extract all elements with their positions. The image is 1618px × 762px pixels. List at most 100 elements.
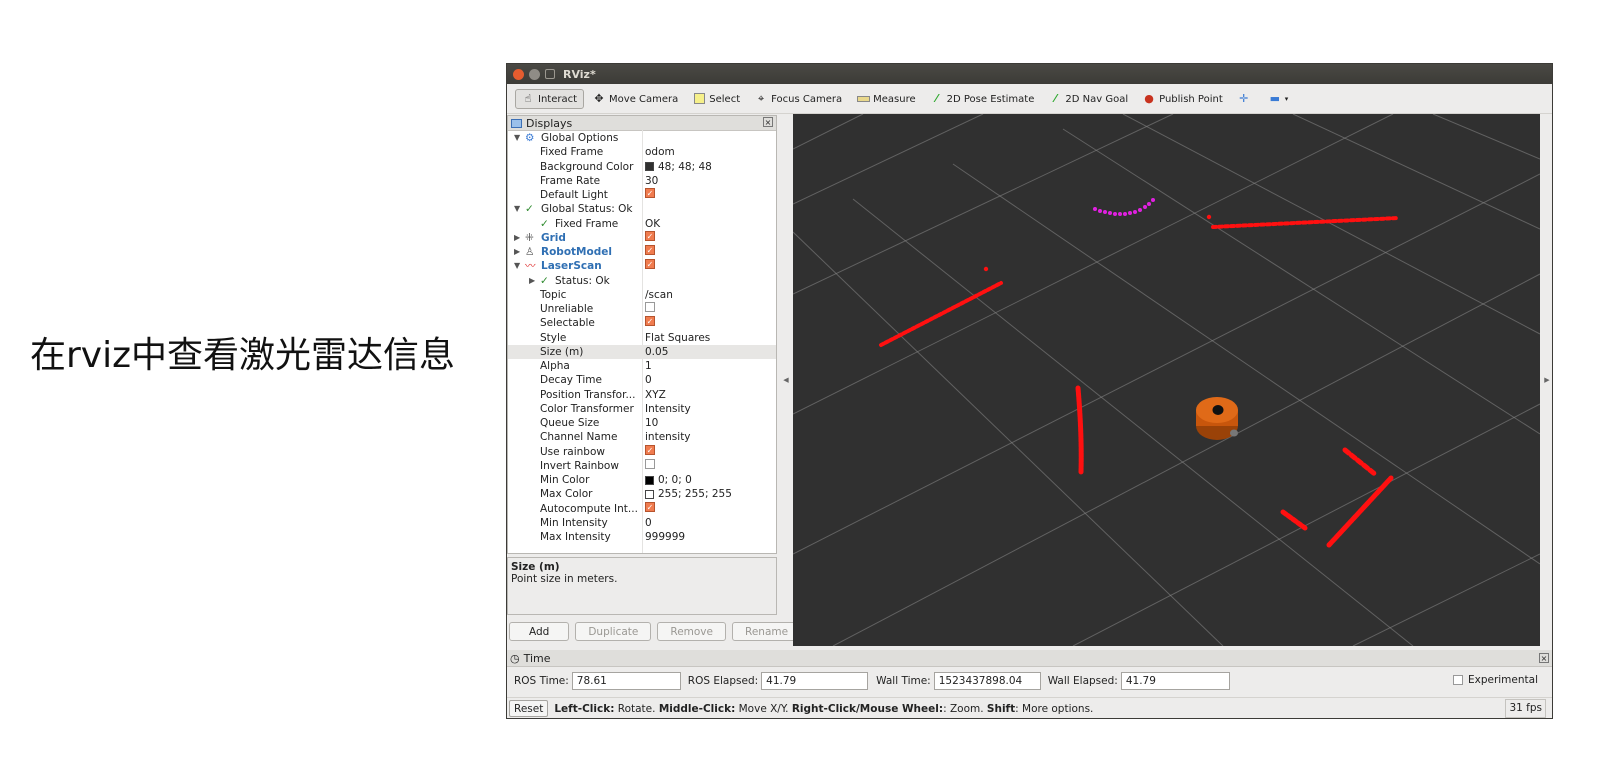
collapse-right-icon[interactable]: ▶ xyxy=(1542,114,1552,646)
checkbox-checked[interactable]: ✓ xyxy=(645,188,655,198)
row-value[interactable]: odom xyxy=(645,145,675,159)
checkbox-unchecked[interactable] xyxy=(1452,675,1463,685)
row-value[interactable]: 10 xyxy=(645,416,658,430)
row-label: Topic xyxy=(540,288,567,301)
collapse-left-icon[interactable]: ◀ xyxy=(781,114,791,646)
tree-row-color-transformer[interactable]: Color Transformer Intensity xyxy=(508,402,776,416)
tree-row-grid[interactable]: ▶ ⁜ Grid ✓ xyxy=(508,230,776,245)
tool-2d-pose-estimate[interactable]: ⁄ 2D Pose Estimate xyxy=(925,90,1041,108)
row-value[interactable]: 0.05 xyxy=(645,345,668,359)
window-close-icon[interactable] xyxy=(513,68,524,80)
tree-row-decay-time[interactable]: Decay Time 0 xyxy=(508,373,776,387)
checkbox-checked[interactable]: ✓ xyxy=(645,259,655,270)
row-label: RobotModel xyxy=(541,246,612,258)
row-value[interactable]: 0 xyxy=(645,373,652,387)
tree-row-status-ok[interactable]: ▶ ✓ Status: Ok xyxy=(508,274,776,288)
clock-icon: ◷ xyxy=(510,651,520,665)
3d-viewport[interactable] xyxy=(793,114,1540,646)
checkbox-checked[interactable]: ✓ xyxy=(645,230,655,241)
row-value[interactable]: 0 xyxy=(645,516,652,530)
ros-elapsed-label: ROS Elapsed: xyxy=(687,675,759,687)
tool-select[interactable]: Select xyxy=(687,90,746,108)
tree-row-robot-model[interactable]: ▶ ♙ RobotModel ✓ xyxy=(508,245,776,259)
close-icon[interactable]: × xyxy=(1539,653,1549,663)
collapse-arrow-icon[interactable]: ▶ xyxy=(514,231,520,245)
tree-row-min-color[interactable]: Min Color 0; 0; 0 xyxy=(508,473,776,487)
row-value[interactable]: Intensity xyxy=(645,402,691,416)
collapse-arrow-icon[interactable]: ▶ xyxy=(529,274,535,288)
reset-button[interactable]: Reset xyxy=(509,700,549,717)
tree-row-style[interactable]: Style Flat Squares xyxy=(508,331,776,345)
tree-row-global-options[interactable]: ▼ ⚙ Global Options xyxy=(508,131,776,145)
add-button[interactable]: Add xyxy=(509,622,570,641)
experimental-toggle[interactable]: Experimental xyxy=(1452,674,1538,686)
ros-elapsed-field[interactable]: 41.79 xyxy=(761,672,869,690)
tree-row-channel-name[interactable]: Channel Name intensity xyxy=(508,430,776,444)
tree-row-topic[interactable]: Topic /scan xyxy=(508,288,776,302)
tree-row-min-intensity[interactable]: Min Intensity 0 xyxy=(508,516,776,530)
close-icon[interactable]: × xyxy=(763,117,773,127)
tree-row-invert-rainbow[interactable]: Invert Rainbow xyxy=(508,458,776,473)
row-value[interactable]: 1 xyxy=(645,359,652,373)
tool-label: 2D Pose Estimate xyxy=(946,93,1035,105)
window-maximize-icon[interactable] xyxy=(545,69,555,79)
wall-elapsed-field[interactable]: 41.79 xyxy=(1120,672,1230,690)
tool-publish-point[interactable]: ● Publish Point xyxy=(1137,90,1229,108)
remove-tool-dropdown[interactable]: ▬ ▾ xyxy=(1263,90,1295,108)
checkbox-checked[interactable]: ✓ xyxy=(645,245,655,255)
tree-row-fixed-frame[interactable]: Fixed Frame odom xyxy=(508,145,776,159)
row-value[interactable]: Flat Squares xyxy=(645,331,710,345)
checkbox-unchecked[interactable] xyxy=(645,458,655,469)
expand-arrow-icon[interactable]: ▼ xyxy=(514,259,520,273)
duplicate-button[interactable]: Duplicate xyxy=(575,622,652,641)
row-value[interactable]: 48; 48; 48 xyxy=(645,160,712,174)
tree-row-max-intensity[interactable]: Max Intensity 999999 xyxy=(508,530,776,544)
tool-measure[interactable]: Measure xyxy=(851,90,922,108)
row-value[interactable]: 30 xyxy=(645,174,658,188)
row-value[interactable]: 999999 xyxy=(645,530,685,544)
checkbox-checked[interactable]: ✓ xyxy=(645,501,655,512)
row-value[interactable]: XYZ xyxy=(645,388,666,402)
tool-move-camera[interactable]: ✥ Move Camera xyxy=(587,90,684,108)
tool-2d-nav-goal[interactable]: ⁄ 2D Nav Goal xyxy=(1043,90,1134,108)
tool-label: Interact xyxy=(538,93,578,105)
tree-row-use-rainbow[interactable]: Use rainbow ✓ xyxy=(508,444,776,459)
row-label: Grid xyxy=(541,231,566,244)
tree-row-background-color[interactable]: Background Color 48; 48; 48 xyxy=(508,160,776,174)
laser-line-vertical xyxy=(1075,385,1084,475)
row-value[interactable]: 255; 255; 255 xyxy=(645,487,732,501)
collapse-arrow-icon[interactable]: ▶ xyxy=(514,245,520,259)
tool-interact[interactable]: ☝ Interact xyxy=(515,89,585,109)
tool-focus-camera[interactable]: ⌖ Focus Camera xyxy=(749,90,848,108)
tree-row-frame-rate[interactable]: Frame Rate 30 xyxy=(508,174,776,188)
row-label: Unreliable xyxy=(540,303,594,315)
focus-camera-icon: ⌖ xyxy=(758,92,765,105)
tree-row-alpha[interactable]: Alpha 1 xyxy=(508,359,776,373)
checkbox-checked[interactable]: ✓ xyxy=(645,316,655,327)
wall-time-field[interactable]: 1523437898.04 xyxy=(933,672,1041,690)
row-value[interactable]: 0; 0; 0 xyxy=(645,473,692,487)
tree-row-status-fixed-frame[interactable]: ✓ Fixed Frame OK xyxy=(508,217,776,231)
remove-button[interactable]: Remove xyxy=(657,622,726,641)
expand-arrow-icon[interactable]: ▼ xyxy=(514,131,520,145)
tree-row-position-transformer[interactable]: Position Transfor... XYZ xyxy=(508,388,776,402)
tree-row-max-color[interactable]: Max Color 255; 255; 255 xyxy=(508,487,776,501)
tree-row-unreliable[interactable]: Unreliable xyxy=(508,302,776,316)
tree-row-global-status[interactable]: ▼ ✓ Global Status: Ok xyxy=(508,202,776,216)
row-value[interactable]: intensity xyxy=(645,430,691,444)
tree-row-default-light[interactable]: Default Light ✓ xyxy=(508,188,776,202)
tree-row-size[interactable]: Size (m) 0.05 xyxy=(508,344,776,359)
tree-row-laser-scan[interactable]: ▼ 〰 LaserScan ✓ xyxy=(508,259,776,273)
tree-row-queue-size[interactable]: Queue Size 10 xyxy=(508,416,776,430)
expand-arrow-icon[interactable]: ▼ xyxy=(514,202,520,216)
checkbox-checked[interactable]: ✓ xyxy=(645,444,655,455)
wall-time-label: Wall Time: xyxy=(876,675,931,687)
checkbox-unchecked[interactable] xyxy=(645,302,655,312)
robot-icon: ♙ xyxy=(525,246,535,258)
tree-row-selectable[interactable]: Selectable ✓ xyxy=(508,316,776,330)
window-minimize-icon[interactable] xyxy=(529,68,540,80)
row-value[interactable]: /scan xyxy=(645,288,673,302)
tree-row-autocompute[interactable]: Autocompute Int... ✓ xyxy=(508,501,776,516)
add-tool-button[interactable]: ✛ xyxy=(1232,90,1260,108)
ros-time-field[interactable]: 78.61 xyxy=(571,672,681,690)
